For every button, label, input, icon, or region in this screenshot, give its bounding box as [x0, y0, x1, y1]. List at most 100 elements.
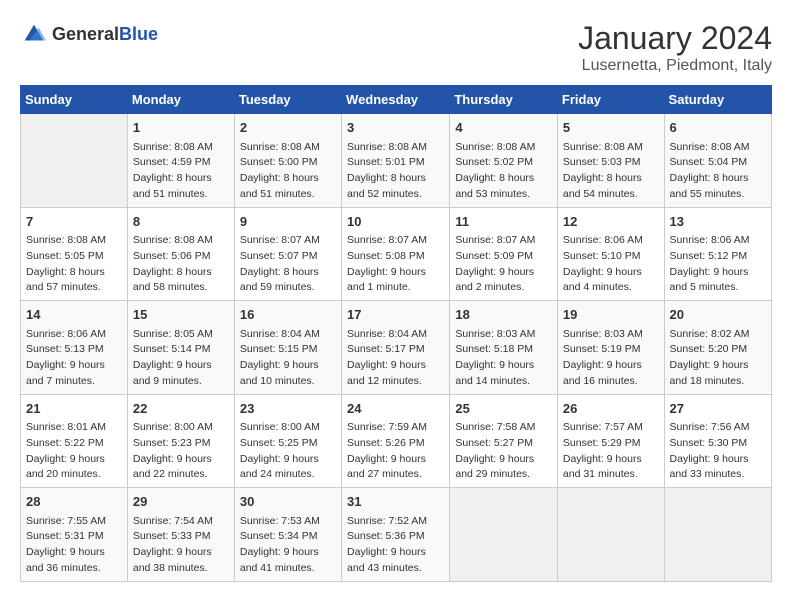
day-number: 9 — [240, 212, 336, 232]
calendar-cell: 14Sunrise: 8:06 AMSunset: 5:13 PMDayligh… — [21, 301, 128, 395]
calendar-cell — [557, 488, 664, 582]
logo: GeneralBlue — [20, 20, 158, 48]
calendar-cell: 4Sunrise: 8:08 AMSunset: 5:02 PMDaylight… — [450, 114, 558, 208]
month-title: January 2024 — [578, 20, 772, 57]
day-number: 15 — [133, 305, 229, 325]
header-monday: Monday — [127, 86, 234, 114]
day-number: 11 — [455, 212, 552, 232]
day-number: 20 — [670, 305, 766, 325]
calendar-cell: 18Sunrise: 8:03 AMSunset: 5:18 PMDayligh… — [450, 301, 558, 395]
logo-text-general: General — [52, 24, 119, 44]
day-info: Sunrise: 8:00 AMSunset: 5:25 PMDaylight:… — [240, 420, 336, 483]
day-number: 30 — [240, 492, 336, 512]
day-number: 22 — [133, 399, 229, 419]
day-info: Sunrise: 8:07 AMSunset: 5:07 PMDaylight:… — [240, 233, 336, 296]
day-number: 28 — [26, 492, 122, 512]
day-info: Sunrise: 7:53 AMSunset: 5:34 PMDaylight:… — [240, 514, 336, 577]
calendar-cell: 29Sunrise: 7:54 AMSunset: 5:33 PMDayligh… — [127, 488, 234, 582]
day-info: Sunrise: 7:59 AMSunset: 5:26 PMDaylight:… — [347, 420, 444, 483]
calendar-header-row: SundayMondayTuesdayWednesdayThursdayFrid… — [21, 86, 772, 114]
day-info: Sunrise: 8:02 AMSunset: 5:20 PMDaylight:… — [670, 327, 766, 390]
calendar-cell: 9Sunrise: 8:07 AMSunset: 5:07 PMDaylight… — [234, 207, 341, 301]
day-number: 24 — [347, 399, 444, 419]
day-info: Sunrise: 7:52 AMSunset: 5:36 PMDaylight:… — [347, 514, 444, 577]
day-info: Sunrise: 8:07 AMSunset: 5:08 PMDaylight:… — [347, 233, 444, 296]
calendar-cell: 15Sunrise: 8:05 AMSunset: 5:14 PMDayligh… — [127, 301, 234, 395]
calendar-week-row: 21Sunrise: 8:01 AMSunset: 5:22 PMDayligh… — [21, 394, 772, 488]
day-number: 21 — [26, 399, 122, 419]
day-number: 12 — [563, 212, 659, 232]
calendar-table: SundayMondayTuesdayWednesdayThursdayFrid… — [20, 85, 772, 582]
calendar-week-row: 28Sunrise: 7:55 AMSunset: 5:31 PMDayligh… — [21, 488, 772, 582]
calendar-cell: 28Sunrise: 7:55 AMSunset: 5:31 PMDayligh… — [21, 488, 128, 582]
day-number: 23 — [240, 399, 336, 419]
calendar-week-row: 1Sunrise: 8:08 AMSunset: 4:59 PMDaylight… — [21, 114, 772, 208]
day-number: 13 — [670, 212, 766, 232]
logo-text-blue: Blue — [119, 24, 158, 44]
calendar-cell: 23Sunrise: 8:00 AMSunset: 5:25 PMDayligh… — [234, 394, 341, 488]
calendar-cell: 20Sunrise: 8:02 AMSunset: 5:20 PMDayligh… — [664, 301, 771, 395]
day-number: 10 — [347, 212, 444, 232]
day-info: Sunrise: 7:54 AMSunset: 5:33 PMDaylight:… — [133, 514, 229, 577]
calendar-cell: 11Sunrise: 8:07 AMSunset: 5:09 PMDayligh… — [450, 207, 558, 301]
day-info: Sunrise: 8:04 AMSunset: 5:15 PMDaylight:… — [240, 327, 336, 390]
day-info: Sunrise: 8:03 AMSunset: 5:19 PMDaylight:… — [563, 327, 659, 390]
calendar-cell: 10Sunrise: 8:07 AMSunset: 5:08 PMDayligh… — [342, 207, 450, 301]
calendar-cell: 8Sunrise: 8:08 AMSunset: 5:06 PMDaylight… — [127, 207, 234, 301]
day-info: Sunrise: 8:08 AMSunset: 5:02 PMDaylight:… — [455, 140, 552, 203]
calendar-week-row: 7Sunrise: 8:08 AMSunset: 5:05 PMDaylight… — [21, 207, 772, 301]
day-info: Sunrise: 8:08 AMSunset: 5:00 PMDaylight:… — [240, 140, 336, 203]
calendar-cell: 27Sunrise: 7:56 AMSunset: 5:30 PMDayligh… — [664, 394, 771, 488]
calendar-cell: 5Sunrise: 8:08 AMSunset: 5:03 PMDaylight… — [557, 114, 664, 208]
day-info: Sunrise: 7:56 AMSunset: 5:30 PMDaylight:… — [670, 420, 766, 483]
day-number: 14 — [26, 305, 122, 325]
day-info: Sunrise: 8:01 AMSunset: 5:22 PMDaylight:… — [26, 420, 122, 483]
calendar-cell: 2Sunrise: 8:08 AMSunset: 5:00 PMDaylight… — [234, 114, 341, 208]
day-info: Sunrise: 7:57 AMSunset: 5:29 PMDaylight:… — [563, 420, 659, 483]
day-number: 27 — [670, 399, 766, 419]
location-title: Lusernetta, Piedmont, Italy — [578, 57, 772, 75]
calendar-cell: 26Sunrise: 7:57 AMSunset: 5:29 PMDayligh… — [557, 394, 664, 488]
calendar-cell: 13Sunrise: 8:06 AMSunset: 5:12 PMDayligh… — [664, 207, 771, 301]
calendar-cell: 6Sunrise: 8:08 AMSunset: 5:04 PMDaylight… — [664, 114, 771, 208]
title-block: January 2024 Lusernetta, Piedmont, Italy — [578, 20, 772, 75]
day-info: Sunrise: 8:08 AMSunset: 5:03 PMDaylight:… — [563, 140, 659, 203]
calendar-cell — [664, 488, 771, 582]
calendar-cell: 30Sunrise: 7:53 AMSunset: 5:34 PMDayligh… — [234, 488, 341, 582]
day-number: 2 — [240, 118, 336, 138]
calendar-cell: 12Sunrise: 8:06 AMSunset: 5:10 PMDayligh… — [557, 207, 664, 301]
day-info: Sunrise: 8:06 AMSunset: 5:10 PMDaylight:… — [563, 233, 659, 296]
day-info: Sunrise: 8:06 AMSunset: 5:13 PMDaylight:… — [26, 327, 122, 390]
day-number: 8 — [133, 212, 229, 232]
calendar-cell: 3Sunrise: 8:08 AMSunset: 5:01 PMDaylight… — [342, 114, 450, 208]
calendar-cell: 25Sunrise: 7:58 AMSunset: 5:27 PMDayligh… — [450, 394, 558, 488]
day-number: 1 — [133, 118, 229, 138]
day-number: 17 — [347, 305, 444, 325]
header-sunday: Sunday — [21, 86, 128, 114]
calendar-cell: 16Sunrise: 8:04 AMSunset: 5:15 PMDayligh… — [234, 301, 341, 395]
logo-icon — [20, 20, 48, 48]
day-number: 4 — [455, 118, 552, 138]
calendar-cell: 21Sunrise: 8:01 AMSunset: 5:22 PMDayligh… — [21, 394, 128, 488]
day-number: 18 — [455, 305, 552, 325]
calendar-cell: 22Sunrise: 8:00 AMSunset: 5:23 PMDayligh… — [127, 394, 234, 488]
day-info: Sunrise: 7:58 AMSunset: 5:27 PMDaylight:… — [455, 420, 552, 483]
day-number: 31 — [347, 492, 444, 512]
day-info: Sunrise: 8:04 AMSunset: 5:17 PMDaylight:… — [347, 327, 444, 390]
day-number: 5 — [563, 118, 659, 138]
calendar-cell — [450, 488, 558, 582]
day-info: Sunrise: 8:08 AMSunset: 5:04 PMDaylight:… — [670, 140, 766, 203]
day-number: 16 — [240, 305, 336, 325]
header-tuesday: Tuesday — [234, 86, 341, 114]
page-header: GeneralBlue January 2024 Lusernetta, Pie… — [20, 20, 772, 75]
day-info: Sunrise: 8:00 AMSunset: 5:23 PMDaylight:… — [133, 420, 229, 483]
day-number: 29 — [133, 492, 229, 512]
day-info: Sunrise: 8:05 AMSunset: 5:14 PMDaylight:… — [133, 327, 229, 390]
calendar-week-row: 14Sunrise: 8:06 AMSunset: 5:13 PMDayligh… — [21, 301, 772, 395]
header-saturday: Saturday — [664, 86, 771, 114]
day-info: Sunrise: 8:06 AMSunset: 5:12 PMDaylight:… — [670, 233, 766, 296]
header-friday: Friday — [557, 86, 664, 114]
day-info: Sunrise: 7:55 AMSunset: 5:31 PMDaylight:… — [26, 514, 122, 577]
day-number: 7 — [26, 212, 122, 232]
calendar-cell: 7Sunrise: 8:08 AMSunset: 5:05 PMDaylight… — [21, 207, 128, 301]
